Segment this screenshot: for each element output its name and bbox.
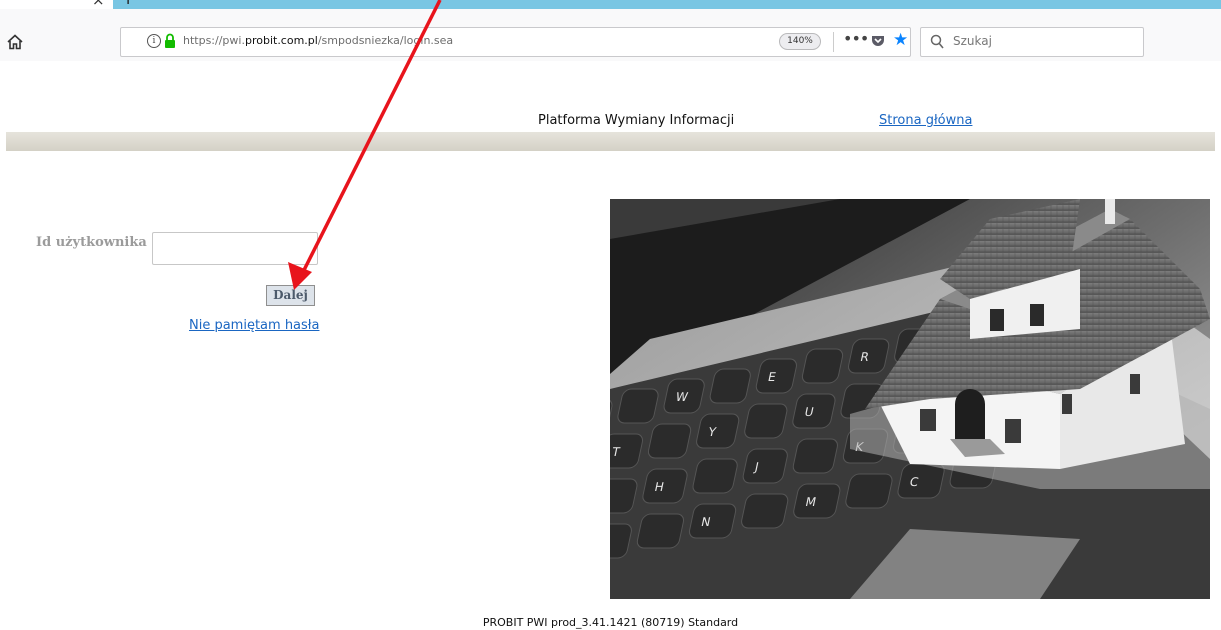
version-footer: PROBIT PWI prod_3.41.1421 (80719) Standa… bbox=[482, 616, 739, 629]
url-domain: probit.com.pl bbox=[244, 34, 318, 47]
keyboard-key bbox=[642, 468, 688, 504]
keyboard-key bbox=[741, 493, 789, 529]
keyboard-key bbox=[792, 393, 836, 429]
keyboard-key bbox=[696, 413, 740, 449]
keyboard-key bbox=[793, 483, 841, 519]
search-icon bbox=[930, 34, 944, 49]
keyboard-key bbox=[897, 463, 945, 499]
site-title: Platforma Wymiany Informacji bbox=[538, 113, 735, 128]
lock-icon[interactable] bbox=[163, 33, 177, 49]
tab-strip: × + bbox=[0, 0, 1221, 9]
site-info-icon[interactable]: i bbox=[147, 34, 161, 48]
forgot-password-link[interactable]: Nie pamiętam hasła bbox=[189, 318, 319, 333]
keyboard-key bbox=[845, 473, 893, 509]
keyboard-key bbox=[688, 503, 737, 539]
laptop-house-illustration: QWERTYUFGHJKVBNMC bbox=[610, 199, 1210, 599]
next-button[interactable]: Dalej bbox=[266, 285, 315, 306]
page-actions-more-icon[interactable]: ••• bbox=[843, 29, 869, 48]
keyboard-key bbox=[755, 358, 797, 394]
keyboard-key bbox=[742, 448, 788, 484]
keyboard-key bbox=[617, 388, 659, 424]
header-band bbox=[6, 132, 1215, 151]
keyboard-key bbox=[692, 458, 738, 494]
hero-image: QWERTYUFGHJKVBNMC bbox=[610, 199, 1210, 599]
zoom-level-button[interactable]: 140% bbox=[779, 33, 821, 50]
url-text[interactable]: https://pwi.probit.com.pl/smpodsniezka/l… bbox=[183, 34, 453, 47]
keyboard-key bbox=[801, 348, 844, 384]
pocket-icon[interactable] bbox=[871, 34, 885, 48]
home-page-link[interactable]: Strona główna bbox=[879, 113, 972, 128]
bookmark-star-icon[interactable]: ★ bbox=[893, 30, 908, 50]
tab-strip-background bbox=[113, 0, 1221, 9]
address-bar[interactable]: i https://pwi.probit.com.pl/smpodsniezka… bbox=[120, 27, 911, 57]
new-tab-icon[interactable]: + bbox=[121, 0, 135, 8]
keyboard-key bbox=[647, 423, 692, 459]
home-icon[interactable] bbox=[6, 33, 24, 51]
browser-toolbar: i https://pwi.probit.com.pl/smpodsniezka… bbox=[0, 9, 1221, 61]
user-id-input[interactable] bbox=[152, 232, 318, 265]
url-separator bbox=[833, 32, 834, 52]
search-bar[interactable]: Szukaj bbox=[920, 27, 1144, 57]
keyboard-key bbox=[744, 403, 788, 439]
keyboard-key bbox=[709, 368, 751, 404]
url-prefix: https://pwi. bbox=[183, 34, 245, 47]
keyboard-key bbox=[792, 438, 838, 474]
user-id-label: Id użytkownika bbox=[36, 235, 147, 250]
keyboard-key bbox=[636, 513, 685, 549]
tab-close-icon[interactable]: × bbox=[92, 0, 105, 9]
url-path: /smpodsniezka/login.sea bbox=[317, 34, 454, 47]
search-placeholder: Szukaj bbox=[953, 34, 992, 48]
